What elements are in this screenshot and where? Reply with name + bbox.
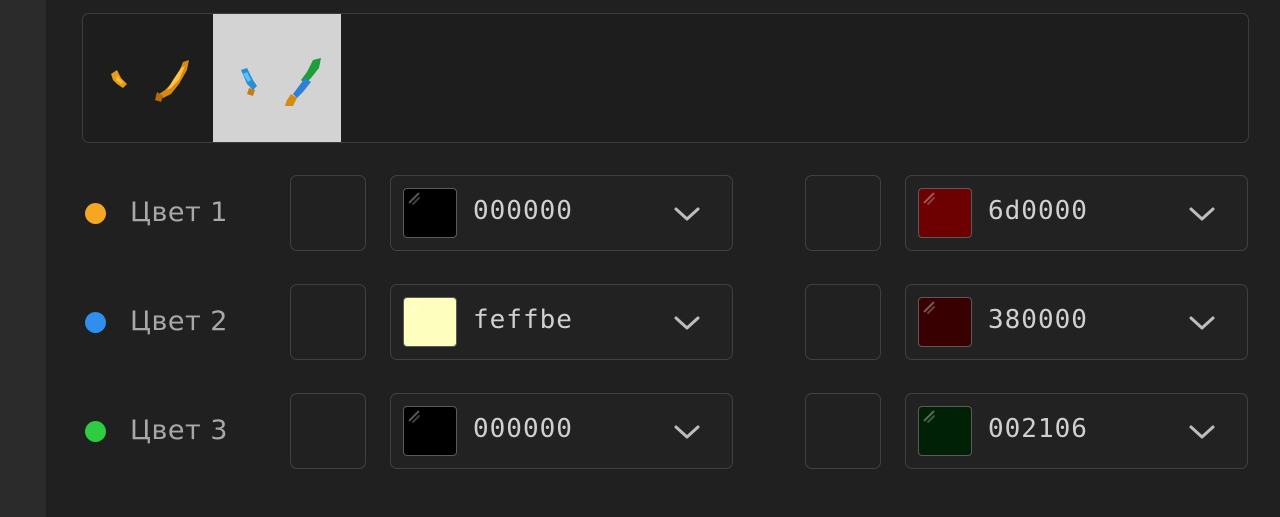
chevron-down-icon — [1189, 316, 1215, 330]
color-row-label: Цвет 1 — [130, 197, 228, 228]
primary-color-chip — [403, 406, 457, 456]
chevron-down-icon — [674, 316, 700, 330]
color-row-1: Цвет 1 000000 6d0000 — [0, 175, 1280, 253]
chevron-down-icon — [1189, 425, 1215, 439]
primary-swatch-button[interactable] — [290, 393, 366, 469]
primary-color-chip — [403, 297, 457, 347]
color-row-label: Цвет 3 — [130, 415, 228, 446]
blue-green-swords-image — [241, 58, 321, 106]
color-row-2: Цвет 2 feffbe 380000 — [0, 284, 1280, 362]
primary-swatch-button[interactable] — [290, 175, 366, 251]
color-row-3: Цвет 3 000000 002106 — [0, 393, 1280, 471]
primary-color-chip — [403, 188, 457, 238]
secondary-swatch-button[interactable] — [805, 284, 881, 360]
preview-thumbnail-blue-green[interactable] — [213, 14, 341, 142]
secondary-swatch-button[interactable] — [805, 393, 881, 469]
chevron-down-icon — [1189, 207, 1215, 221]
secondary-color-chip — [918, 297, 972, 347]
chevron-down-icon — [674, 207, 700, 221]
secondary-hex-value: 380000 — [988, 305, 1088, 335]
secondary-hex-value: 6d0000 — [988, 196, 1088, 226]
primary-color-dropdown[interactable]: 000000 — [390, 175, 733, 251]
color-indicator-dot — [85, 312, 106, 333]
orange-swords-image — [111, 60, 189, 102]
preview-thumbnail-orange[interactable] — [83, 14, 211, 142]
secondary-swatch-button[interactable] — [805, 175, 881, 251]
secondary-color-dropdown[interactable]: 380000 — [905, 284, 1248, 360]
color-indicator-dot — [85, 203, 106, 224]
chevron-down-icon — [674, 425, 700, 439]
secondary-color-dropdown[interactable]: 6d0000 — [905, 175, 1248, 251]
primary-hex-value: 000000 — [473, 196, 573, 226]
secondary-hex-value: 002106 — [988, 414, 1088, 444]
secondary-color-dropdown[interactable]: 002106 — [905, 393, 1248, 469]
color-row-label: Цвет 2 — [130, 306, 228, 337]
secondary-color-chip — [918, 188, 972, 238]
primary-color-dropdown[interactable]: feffbe — [390, 284, 733, 360]
preview-strip — [82, 13, 1249, 143]
primary-color-dropdown[interactable]: 000000 — [390, 393, 733, 469]
primary-hex-value: 000000 — [473, 414, 573, 444]
secondary-color-chip — [918, 406, 972, 456]
primary-swatch-button[interactable] — [290, 284, 366, 360]
primary-hex-value: feffbe — [473, 305, 573, 335]
color-indicator-dot — [85, 421, 106, 442]
